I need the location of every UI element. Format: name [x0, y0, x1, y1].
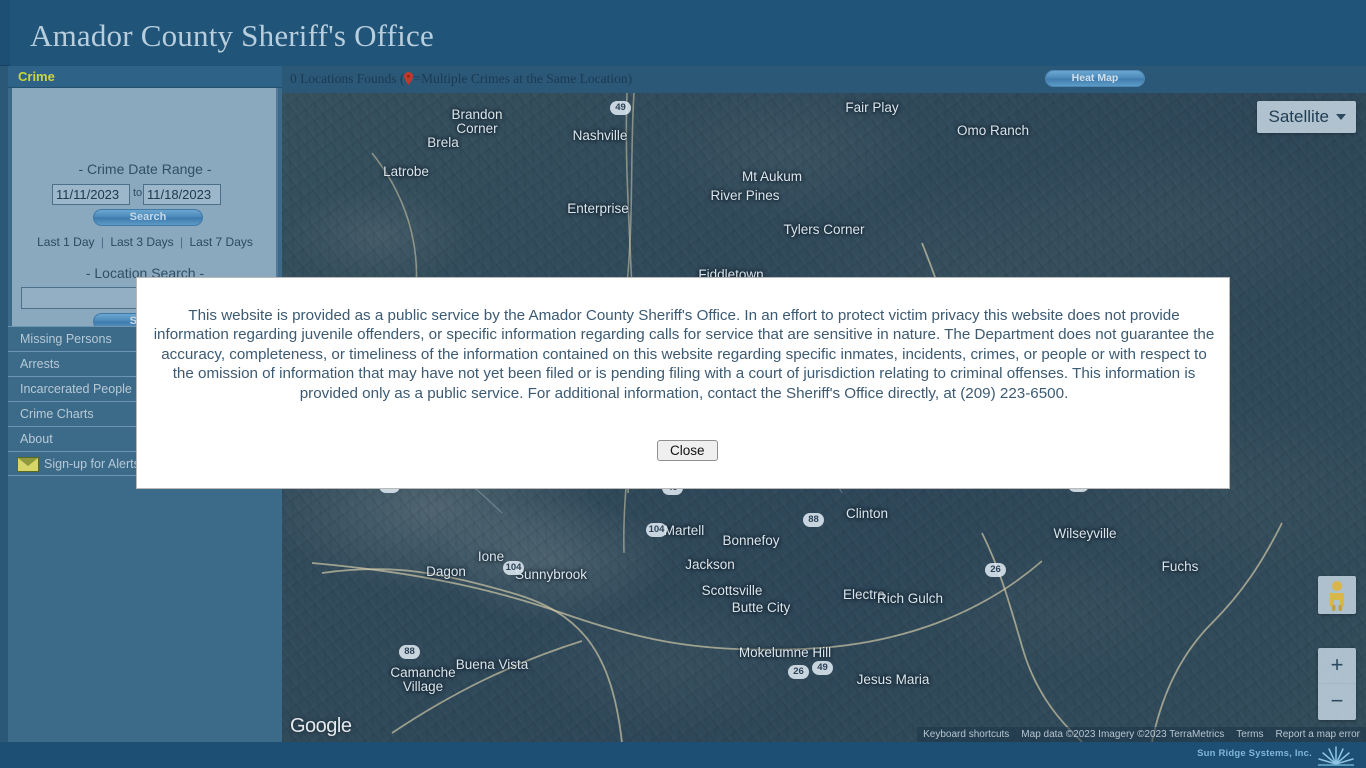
pegman-icon	[1330, 581, 1344, 611]
quick-link-last-1-day[interactable]: Last 1 Day	[37, 235, 94, 249]
multi-crime-pin-icon	[404, 72, 414, 85]
map-attribution-bar: Keyboard shortcuts Map data ©2023 Imager…	[917, 727, 1366, 742]
crime-date-range-heading: - Crime Date Range -	[78, 161, 212, 177]
zoom-in-button[interactable]: +	[1318, 648, 1356, 684]
route-shield: 88	[399, 645, 420, 659]
route-shield: 26	[788, 665, 809, 679]
zoom-out-button[interactable]: −	[1318, 684, 1356, 720]
terms-link[interactable]: Terms	[1230, 727, 1269, 742]
sidebar-item-signup-alerts-label: Sign-up for Alerts	[44, 457, 140, 471]
map-zoom-control: + −	[1318, 648, 1356, 720]
route-shield: 104	[646, 523, 667, 537]
street-view-pegman-button[interactable]	[1318, 576, 1356, 614]
route-shield: 104	[503, 561, 524, 575]
map-type-control[interactable]: Satellite	[1256, 101, 1356, 133]
keyboard-shortcuts-link[interactable]: Keyboard shortcuts	[917, 727, 1015, 742]
footer-bar: Sun Ridge Systems, Inc.	[0, 742, 1366, 768]
header-inner: Amador County Sheriff's Office	[10, 0, 1366, 66]
app-header: Amador County Sheriff's Office	[0, 0, 1366, 66]
quick-link-separator-1: |	[100, 235, 104, 249]
quick-link-last-7-days[interactable]: Last 7 Days	[190, 235, 253, 249]
vendor-brand-label: Sun Ridge Systems, Inc.	[1197, 748, 1312, 759]
locations-found-status: 0 Locations Founds ( =Multiple Crimes at …	[290, 71, 632, 87]
route-shield: 26	[985, 563, 1006, 577]
quick-date-links: Last 1 Day | Last 3 Days | Last 7 Days	[12, 235, 278, 249]
chevron-down-icon	[1336, 114, 1346, 120]
quick-link-separator-2: |	[180, 235, 184, 249]
sun-ray-logo-icon	[1318, 746, 1354, 766]
sidebar-tab-crime[interactable]: Crime	[8, 66, 282, 88]
locations-found-suffix: =Multiple Crimes at the Same Location)	[413, 71, 633, 86]
route-shield: 49	[610, 101, 631, 115]
heat-map-button[interactable]: Heat Map	[1045, 70, 1145, 87]
date-to-label: to	[133, 187, 143, 199]
date-from-input[interactable]	[52, 184, 130, 205]
disclaimer-modal-text: This website is provided as a public ser…	[153, 307, 1215, 402]
disclaimer-close-button[interactable]: Close	[657, 440, 718, 461]
route-shield: 49	[812, 661, 833, 675]
map-type-label: Satellite	[1268, 107, 1329, 126]
map-data-copyright: Map data ©2023 Imagery ©2023 TerraMetric…	[1021, 729, 1225, 740]
date-to-input[interactable]	[143, 184, 221, 205]
app-footer: Sun Ridge Systems, Inc.	[0, 742, 1366, 768]
map-toolbar: 0 Locations Founds ( =Multiple Crimes at …	[282, 66, 1366, 93]
sidebar-tab-crime-label: Crime	[18, 69, 55, 84]
page-title: Amador County Sheriff's Office	[30, 18, 434, 53]
locations-found-prefix: 0 Locations Founds (	[290, 71, 405, 86]
date-search-button[interactable]: Search	[93, 209, 203, 226]
route-shield: 88	[803, 513, 824, 527]
page-root: Amador County Sheriff's Office Crime - C…	[0, 0, 1366, 768]
envelope-icon	[17, 457, 39, 472]
quick-link-last-3-days[interactable]: Last 3 Days	[110, 235, 173, 249]
google-logo: Google	[290, 715, 352, 737]
report-map-error-link[interactable]: Report a map error	[1270, 727, 1366, 742]
